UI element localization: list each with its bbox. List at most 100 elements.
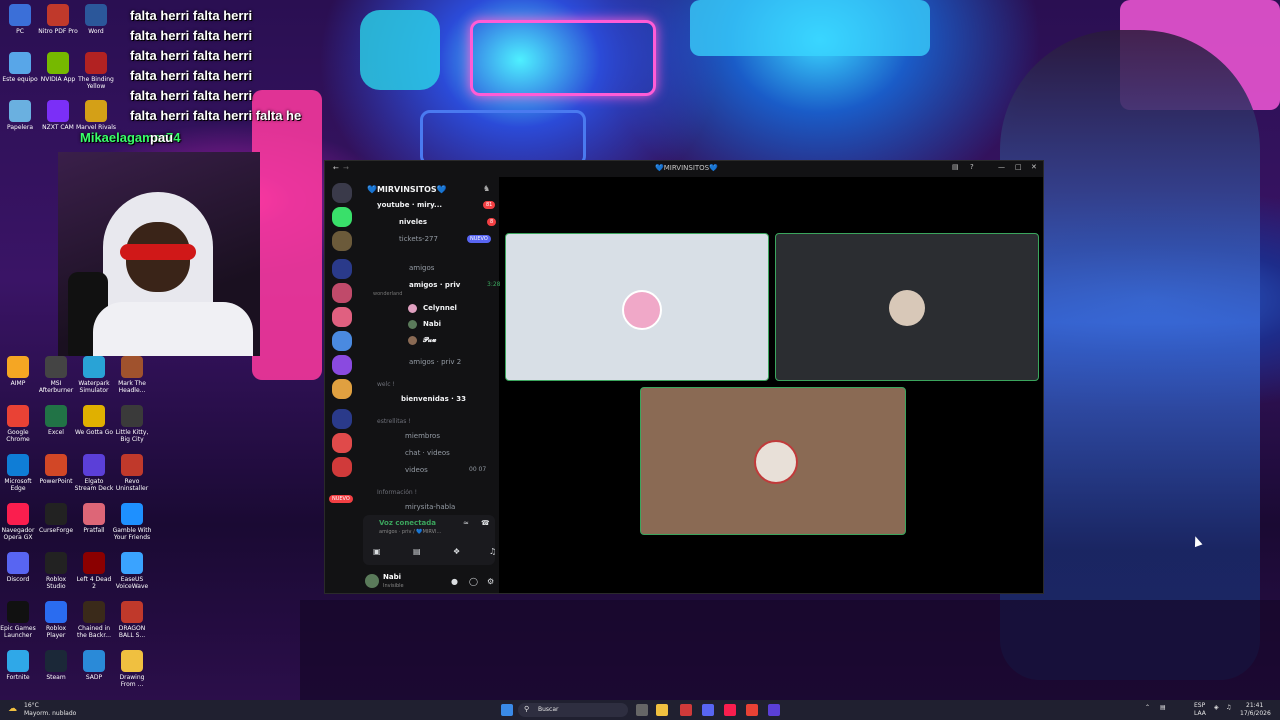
headphones-icon[interactable]: ◯ [469,577,478,586]
desktop-icon[interactable]: NVIDIA App [38,52,78,83]
desktop-icon[interactable]: Navegador Opera GX [0,503,38,541]
maximize-button[interactable]: □ [1015,163,1022,171]
channel-youtube[interactable]: youtube · miry... [377,201,442,209]
dm-home-icon[interactable] [332,183,352,203]
camera-off-icon[interactable]: ▣ [373,547,381,556]
user-avatar[interactable] [365,574,379,588]
desktop-icon[interactable]: Gamble With Your Friends [112,503,152,541]
desktop-icon[interactable]: Roblox Studio [36,552,76,590]
voice-channel-amigos-priv[interactable]: amigos · priv [409,281,460,289]
folder-icon[interactable] [332,259,352,279]
soundboard-icon[interactable]: ♫ [489,547,496,556]
minimize-button[interactable]: — [998,163,1005,171]
desktop-icon[interactable]: Microsoft Edge [0,454,38,492]
channel-chat-videos[interactable]: chat · videos [405,449,450,457]
participant-tile-nabi[interactable] [775,233,1039,381]
desktop-icon[interactable]: Little Kitty, Big City [112,405,152,443]
server-icon[interactable] [332,457,352,477]
desktop-icon[interactable]: Marvel Rivals [76,100,116,131]
desktop-icon[interactable]: Chained in the Backr... [74,601,114,639]
search-box[interactable]: ⚲ Buscar [518,703,628,717]
channel-bienvenidas[interactable]: bienvenidas · 33 [401,395,466,403]
desktop-icon[interactable]: PowerPoint [36,454,76,485]
wifi-icon[interactable]: ◈ [1214,704,1219,711]
back-icon[interactable]: ← [333,164,339,172]
category-estrellitas[interactable]: estrellitas ! [377,418,411,425]
desktop-icon[interactable]: Waterpark Simulator [74,356,114,394]
desktop-icon[interactable]: Revo Uninstaller [112,454,152,492]
desktop-icon[interactable]: AIMP [0,356,38,387]
weather-icon[interactable]: ☁ [8,704,17,714]
file-explorer-icon[interactable] [656,704,668,716]
chrome-taskbar-icon[interactable] [746,704,758,716]
server-icon[interactable] [332,231,352,251]
help-icon[interactable]: ? [970,163,974,171]
noise-suppression-icon[interactable]: ≈ [463,519,469,527]
settings-gear-icon[interactable]: ⚙ [487,577,494,586]
network-icon[interactable]: ▤ [1160,704,1166,711]
activities-icon[interactable]: ❖ [453,547,460,556]
channel-niveles[interactable]: niveles [399,218,427,226]
desktop-icon[interactable]: Roblox Player [36,601,76,639]
desktop-icon[interactable]: Excel [36,405,76,436]
disconnect-icon[interactable]: ☎ [481,519,490,527]
channel-videos[interactable]: videos [405,466,428,474]
participant-tile-celynnel[interactable] [505,233,769,381]
desktop-icon[interactable]: MSI Afterburner [36,356,76,394]
desktop-icon[interactable]: Discord [0,552,38,583]
desktop-icon[interactable]: Steam [36,650,76,681]
server-name[interactable]: 💙MIRVINSITOS💙 [367,185,447,194]
screen-share-icon[interactable]: ▤ [413,547,421,556]
desktop-icon[interactable]: Google Chrome [0,405,38,443]
desktop-icon[interactable]: CurseForge [36,503,76,534]
server-icon[interactable] [332,331,352,351]
clock-date[interactable]: 17/6/2026 [1240,710,1271,717]
voice-member[interactable]: Nabi [408,320,441,329]
desktop-icon[interactable]: PC [0,4,40,35]
desktop-icon[interactable]: DRAGON BALL S... [112,601,152,639]
channel-tickets[interactable]: tickets-277 [399,235,438,243]
voice-member[interactable]: Celynnel [408,304,457,313]
desktop-icon[interactable]: NZXT CAM [38,100,78,131]
voice-member[interactable]: 𝓟𝓪𝓾 [408,336,436,345]
category-info[interactable]: Información ! [377,489,417,496]
forward-icon[interactable]: → [343,164,349,172]
channel-mirysita[interactable]: mirysita-habla [405,503,455,511]
inbox-icon[interactable]: ▤ [952,163,959,171]
server-icon[interactable] [332,307,352,327]
close-button[interactable]: ✕ [1031,163,1037,171]
discord-taskbar-icon[interactable] [702,704,714,716]
folder-icon[interactable] [332,409,352,429]
desktop-icon[interactable]: Epic Games Launcher [0,601,38,639]
opera-gx-taskbar-icon[interactable] [724,704,736,716]
elgato-taskbar-icon[interactable] [768,704,780,716]
desktop-icon[interactable]: Mark The Headle... [112,356,152,394]
server-icon[interactable] [332,433,352,453]
desktop-icon[interactable]: EaseUS VoiceWave [112,552,152,590]
server-icon[interactable] [332,355,352,375]
mic-icon[interactable]: ● [451,577,458,586]
desktop-icon[interactable]: Este equipo [0,52,40,83]
desktop-icon[interactable]: Papelera [0,100,40,131]
voice-channel-amigos[interactable]: amigos [409,264,434,272]
lang-code[interactable]: ESP [1194,702,1205,709]
server-icon-kick[interactable] [332,207,352,227]
category-welc[interactable]: welc ! [377,381,395,388]
voice-channel-amigos-priv2[interactable]: amigos · priv 2 [409,358,461,366]
task-view-icon[interactable] [636,704,648,716]
desktop-icon[interactable]: Word [76,4,116,35]
desktop-icon[interactable]: SADP [74,650,114,681]
lang-layout[interactable]: LAA [1194,710,1206,717]
add-member-icon[interactable]: ♞ [483,184,490,193]
tray-chevron-icon[interactable]: ⌃ [1145,704,1150,711]
server-icon[interactable] [332,283,352,303]
participant-tile-pau[interactable] [640,387,906,535]
desktop-icon[interactable]: The Binding Yellow [76,52,116,90]
desktop-icon[interactable]: Nitro PDF Pro [38,4,78,35]
desktop-icon[interactable]: Pratfall [74,503,114,534]
clock-time[interactable]: 21:41 [1246,702,1263,709]
channel-miembros[interactable]: miembros [405,432,440,440]
start-button[interactable] [501,704,513,716]
desktop-icon[interactable]: Drawing From ... [112,650,152,688]
app-icon[interactable] [680,704,692,716]
